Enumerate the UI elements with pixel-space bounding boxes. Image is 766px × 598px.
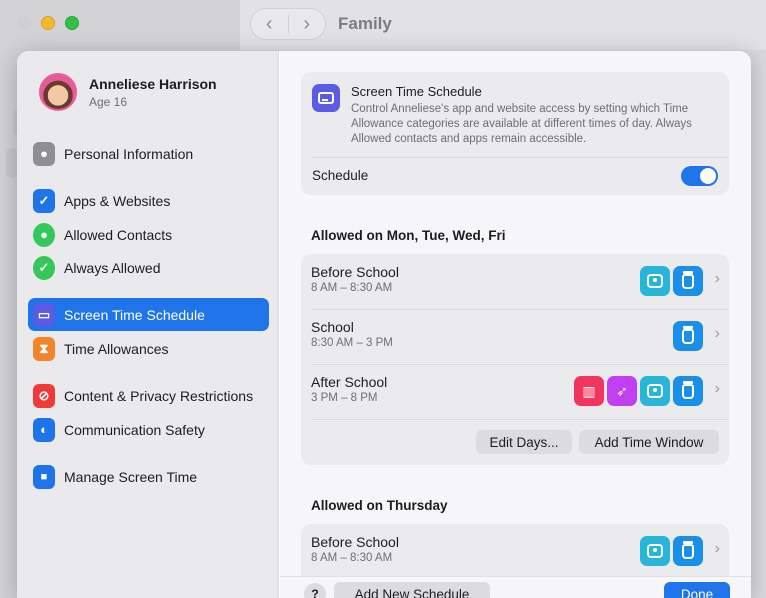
restriction-icon: ⊘	[33, 383, 55, 408]
sidebar-item-label: Personal Information	[64, 145, 194, 162]
time-window-range: 8 AM – 8:30 AM	[311, 282, 393, 294]
user-header: Anneliese Harrison Age 16	[39, 73, 217, 111]
checkmark-badge-icon: ✓	[33, 255, 55, 280]
sidebar-item-label: Screen Time Schedule	[64, 306, 205, 323]
calendar-icon: ▭	[33, 302, 55, 327]
close-window-button[interactable]	[18, 16, 32, 30]
rocket-app-icon: ➶	[607, 376, 637, 406]
time-window-row[interactable]: After School 3 PM – 8 PM ▥ ➶ ›	[301, 364, 729, 419]
sidebar-item-label: Allowed Contacts	[64, 226, 173, 243]
section-title: Allowed on Thursday	[311, 498, 448, 513]
done-button[interactable]: Done	[664, 582, 730, 598]
zoom-window-button[interactable]	[65, 16, 79, 30]
window-title: Family	[338, 14, 392, 33]
jar-app-icon	[673, 536, 703, 566]
sidebar-item-label: Manage Screen Time	[64, 468, 198, 485]
user-name: Anneliese Harrison	[89, 75, 217, 92]
sidebar-item-screen-time-schedule[interactable]: ▭ Screen Time Schedule	[28, 298, 269, 331]
avatar	[39, 73, 77, 111]
sidebar-item-personal-information[interactable]: ● Personal Information	[28, 137, 269, 170]
chevron-right-icon: ›	[714, 540, 720, 557]
contacts-app-icon	[640, 376, 670, 406]
sidebar-item-label: Content & Privacy Restrictions	[64, 387, 254, 404]
contacts-app-icon	[640, 266, 670, 296]
help-button[interactable]: ?	[304, 583, 326, 598]
jar-app-icon	[673, 266, 703, 296]
screen-time-schedule-card: Screen Time Schedule Control Anneliese's…	[301, 72, 729, 195]
chevron-right-icon: ›	[714, 325, 720, 342]
edit-days-button[interactable]: Edit Days...	[476, 430, 572, 454]
family-member-sheet: Anneliese Harrison Age 16 ● Personal Inf…	[17, 51, 751, 598]
section-title: Allowed on Mon, Tue, Wed, Fri	[311, 228, 506, 243]
back-chevron-icon[interactable]: ‹	[251, 9, 288, 39]
add-time-window-button[interactable]: Add Time Window	[579, 430, 719, 454]
sidebar-item-label: Apps & Websites	[64, 192, 171, 209]
time-window-range: 8:30 AM – 3 PM	[311, 337, 393, 349]
popcorn-app-icon: ▥	[574, 376, 604, 406]
card-description: Control Anneliese's app and website acce…	[351, 103, 692, 145]
toggle-knob	[700, 168, 716, 184]
chevron-right-icon: ›	[714, 270, 720, 287]
sidebar-item-communication-safety[interactable]: ◐ Communication Safety	[28, 413, 269, 446]
chat-bubbles-icon: ◐	[33, 417, 55, 442]
time-window-row[interactable]: Before School 8 AM – 8:30 AM ›	[301, 524, 729, 579]
sheet-sidebar: Anneliese Harrison Age 16 ● Personal Inf…	[17, 51, 279, 598]
lock-icon: ■	[33, 464, 55, 489]
sheet-footer: ? Add New Schedule Done	[280, 576, 751, 598]
person-icon: ●	[33, 141, 55, 166]
time-window-name: Before School	[311, 264, 399, 280]
add-new-schedule-button[interactable]: Add New Schedule	[334, 582, 490, 598]
divider	[311, 157, 729, 158]
time-window-range: 8 AM – 8:30 AM	[311, 552, 393, 564]
time-window-range: 3 PM – 8 PM	[311, 392, 378, 404]
contacts-app-icon	[640, 536, 670, 566]
user-age: Age 16	[89, 94, 128, 109]
jar-app-icon	[673, 321, 703, 351]
jar-app-icon	[673, 376, 703, 406]
sidebar-item-manage-screen-time[interactable]: ■ Manage Screen Time	[28, 460, 269, 493]
main-content: Screen Time Schedule Control Anneliese's…	[280, 51, 751, 598]
time-window-name: School	[311, 319, 354, 335]
schedule-label: Schedule	[312, 168, 369, 183]
schedule-toggle[interactable]	[681, 166, 718, 186]
sidebar-item-apps-websites[interactable]: ✓ Apps & Websites	[28, 184, 269, 217]
time-window-row[interactable]: Before School 8 AM – 8:30 AM ›	[301, 254, 729, 309]
contacts-icon: ●	[33, 222, 55, 247]
apps-websites-icon: ✓	[33, 188, 55, 213]
divider	[311, 419, 729, 420]
sidebar-item-time-allowances[interactable]: ⧗ Time Allowances	[28, 332, 269, 365]
time-window-name: Before School	[311, 534, 399, 550]
sidebar-item-content-privacy-restrictions[interactable]: ⊘ Content & Privacy Restrictions	[28, 379, 269, 412]
time-window-row[interactable]: School 8:30 AM – 3 PM ›	[301, 309, 729, 364]
card-title: Screen Time Schedule	[351, 84, 482, 99]
time-window-name: After School	[311, 374, 388, 390]
calendar-icon	[312, 84, 340, 112]
sidebar-item-always-allowed[interactable]: ✓ Always Allowed	[28, 251, 269, 284]
sidebar-item-label: Communication Safety	[64, 421, 205, 438]
sidebar-item-label: Always Allowed	[64, 259, 161, 276]
minimize-window-button[interactable]	[41, 16, 55, 30]
hourglass-icon: ⧗	[33, 336, 55, 361]
chevron-right-icon: ›	[714, 380, 720, 397]
sidebar-item-allowed-contacts[interactable]: ● Allowed Contacts	[28, 218, 269, 251]
forward-chevron-icon[interactable]: ›	[289, 9, 326, 39]
time-windows-card: Before School 8 AM – 8:30 AM › School 8:…	[301, 254, 729, 465]
sidebar-item-label: Time Allowances	[64, 340, 169, 357]
navigation-buttons: ‹ ›	[250, 8, 326, 40]
